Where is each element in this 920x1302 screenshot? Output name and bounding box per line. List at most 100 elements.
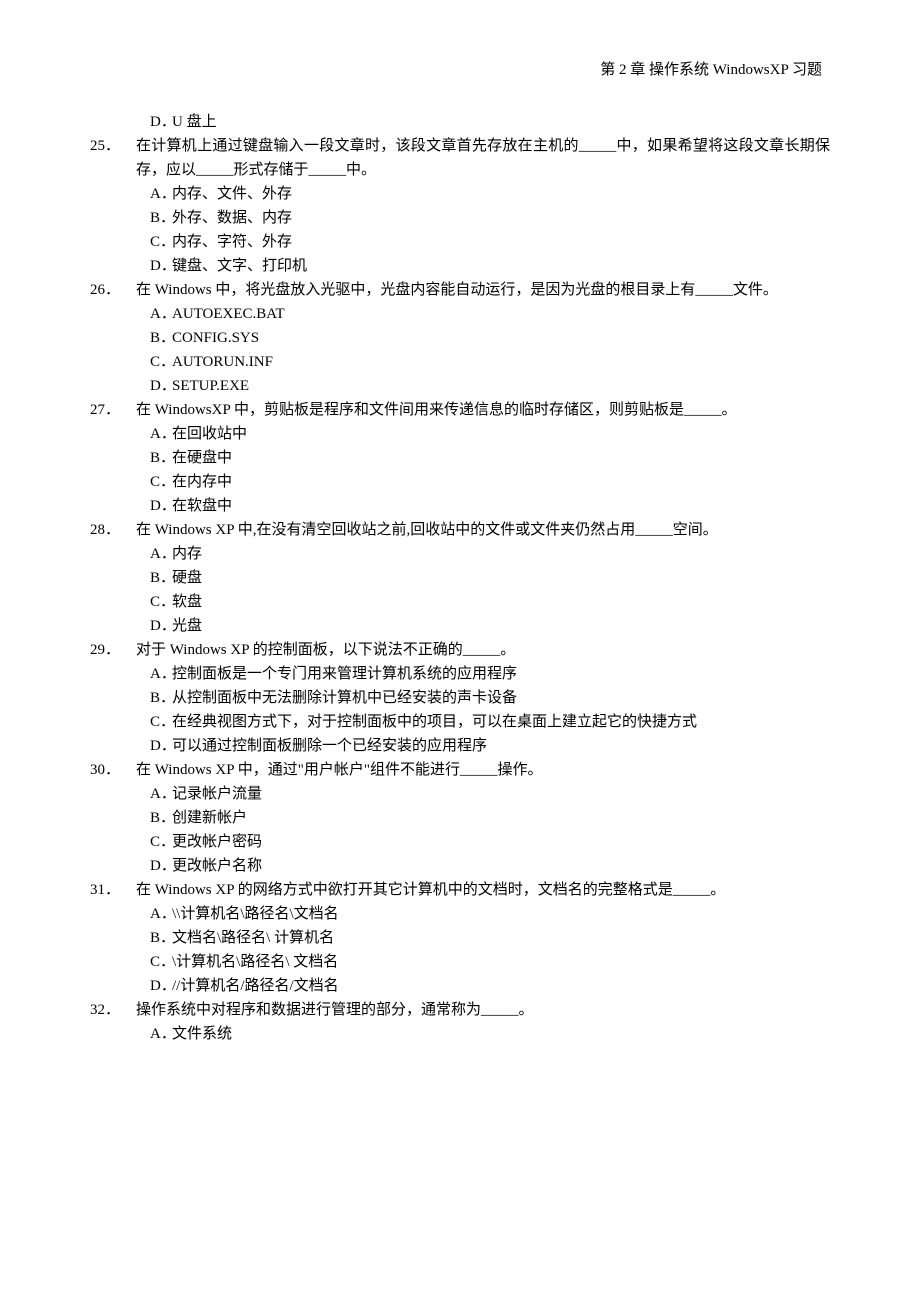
option-item: C．在经典视图方式下，对于控制面板中的项目，可以在桌面上建立起它的快捷方式	[136, 710, 830, 734]
option-label: A．	[136, 662, 172, 686]
option-item: C．内存、字符、外存	[136, 230, 830, 254]
question-item: 27．在 WindowsXP 中，剪贴板是程序和文件间用来传递信息的临时存储区，…	[90, 398, 830, 422]
option-text: U 盘上	[172, 110, 830, 134]
option-text: 在回收站中	[172, 422, 830, 446]
question-number: 28．	[90, 518, 136, 542]
option-item: B．文档名\路径名\ 计算机名	[136, 926, 830, 950]
question-number: 25．	[90, 134, 136, 158]
option-text: SETUP.EXE	[172, 374, 830, 398]
option-text: 内存、文件、外存	[172, 182, 830, 206]
option-label: D．	[136, 374, 172, 398]
option-item: B．在硬盘中	[136, 446, 830, 470]
option-label: D．	[136, 110, 172, 134]
option-text: 文件系统	[172, 1022, 830, 1046]
option-label: C．	[136, 710, 172, 734]
option-label: D．	[136, 494, 172, 518]
option-item: A．内存、文件、外存	[136, 182, 830, 206]
option-item: B．外存、数据、内存	[136, 206, 830, 230]
option-item: C．AUTORUN.INF	[136, 350, 830, 374]
option-label: B．	[136, 806, 172, 830]
option-label: A．	[136, 422, 172, 446]
option-list: A．文件系统	[136, 1022, 830, 1046]
question-item: 26．在 Windows 中，将光盘放入光驱中，光盘内容能自动运行，是因为光盘的…	[90, 278, 830, 302]
option-label: D．	[136, 254, 172, 278]
option-text: \计算机名\路径名\ 文档名	[172, 950, 830, 974]
question-item: 25． 在计算机上通过键盘输入一段文章时，该段文章首先存放在主机的_____中，…	[90, 134, 830, 182]
option-label: A．	[136, 182, 172, 206]
question-item: 28．在 Windows XP 中,在没有清空回收站之前,回收站中的文件或文件夹…	[90, 518, 830, 542]
option-label: A．	[136, 542, 172, 566]
option-label: A．	[136, 902, 172, 926]
option-text: 从控制面板中无法删除计算机中已经安装的声卡设备	[172, 686, 830, 710]
option-item: D．更改帐户名称	[136, 854, 830, 878]
option-list: A．在回收站中B．在硬盘中C．在内存中D．在软盘中	[136, 422, 830, 518]
option-item: A．内存	[136, 542, 830, 566]
question-number: 30．	[90, 758, 136, 782]
option-text: 在硬盘中	[172, 446, 830, 470]
option-label: B．	[136, 446, 172, 470]
question-text: 在 Windows XP 中,在没有清空回收站之前,回收站中的文件或文件夹仍然占…	[136, 518, 830, 542]
option-text: 在软盘中	[172, 494, 830, 518]
option-text: CONFIG.SYS	[172, 326, 830, 350]
option-item: A．记录帐户流量	[136, 782, 830, 806]
option-label: B．	[136, 206, 172, 230]
option-label: A．	[136, 1022, 172, 1046]
option-list: A．内存B．硬盘C．软盘D．光盘	[136, 542, 830, 638]
option-text: 创建新帐户	[172, 806, 830, 830]
option-list: A．内存、文件、外存B．外存、数据、内存C．内存、字符、外存D．键盘、文字、打印…	[136, 182, 830, 278]
option-label: D．	[136, 974, 172, 998]
question-item: 32．操作系统中对程序和数据进行管理的部分，通常称为_____。	[90, 998, 830, 1022]
option-text: 外存、数据、内存	[172, 206, 830, 230]
option-item: A．文件系统	[136, 1022, 830, 1046]
question-text: 在 WindowsXP 中，剪贴板是程序和文件间用来传递信息的临时存储区，则剪贴…	[136, 398, 830, 422]
option-item: D． U 盘上	[136, 110, 830, 134]
option-label: C．	[136, 230, 172, 254]
prev-question-trailing-option: D． U 盘上	[136, 110, 830, 134]
option-list: A．控制面板是一个专门用来管理计算机系统的应用程序B．从控制面板中无法删除计算机…	[136, 662, 830, 758]
option-text: 光盘	[172, 614, 830, 638]
question-number: 29．	[90, 638, 136, 662]
option-text: 内存	[172, 542, 830, 566]
option-item: B．CONFIG.SYS	[136, 326, 830, 350]
option-text: 键盘、文字、打印机	[172, 254, 830, 278]
question-text: 在计算机上通过键盘输入一段文章时，该段文章首先存放在主机的_____中，如果希望…	[136, 134, 830, 182]
option-label: B．	[136, 326, 172, 350]
option-item: D．光盘	[136, 614, 830, 638]
option-text: 文档名\路径名\ 计算机名	[172, 926, 830, 950]
question-item: 30．在 Windows XP 中，通过"用户帐户"组件不能进行_____操作。	[90, 758, 830, 782]
option-text: 更改帐户密码	[172, 830, 830, 854]
question-number: 27．	[90, 398, 136, 422]
option-label: C．	[136, 350, 172, 374]
option-label: C．	[136, 470, 172, 494]
question-item: 29．对于 Windows XP 的控制面板，以下说法不正确的_____。	[90, 638, 830, 662]
option-text: 在内存中	[172, 470, 830, 494]
question-item: 31．在 Windows XP 的网络方式中欲打开其它计算机中的文档时，文档名的…	[90, 878, 830, 902]
option-text: 控制面板是一个专门用来管理计算机系统的应用程序	[172, 662, 830, 686]
option-label: D．	[136, 734, 172, 758]
question-number: 32．	[90, 998, 136, 1022]
option-item: B．硬盘	[136, 566, 830, 590]
option-text: 记录帐户流量	[172, 782, 830, 806]
option-list: A．记录帐户流量B．创建新帐户C．更改帐户密码D．更改帐户名称	[136, 782, 830, 878]
option-item: D．可以通过控制面板删除一个已经安装的应用程序	[136, 734, 830, 758]
document-page: 第 2 章 操作系统 WindowsXP 习题 D． U 盘上 25． 在计算机…	[0, 0, 920, 1106]
question-number: 26．	[90, 278, 136, 302]
option-label: B．	[136, 926, 172, 950]
option-list: A．AUTOEXEC.BATB．CONFIG.SYSC．AUTORUN.INFD…	[136, 302, 830, 398]
option-label: B．	[136, 566, 172, 590]
option-label: C．	[136, 950, 172, 974]
option-text: 硬盘	[172, 566, 830, 590]
option-item: D．在软盘中	[136, 494, 830, 518]
option-text: AUTORUN.INF	[172, 350, 830, 374]
option-item: A．在回收站中	[136, 422, 830, 446]
option-item: B．创建新帐户	[136, 806, 830, 830]
option-item: D．键盘、文字、打印机	[136, 254, 830, 278]
option-list: A．\\计算机名\路径名\文档名B．文档名\路径名\ 计算机名C．\计算机名\路…	[136, 902, 830, 998]
option-text: 可以通过控制面板删除一个已经安装的应用程序	[172, 734, 830, 758]
option-item: A．AUTOEXEC.BAT	[136, 302, 830, 326]
page-header: 第 2 章 操作系统 WindowsXP 习题	[90, 58, 830, 82]
option-text: //计算机名/路径名/文档名	[172, 974, 830, 998]
option-item: A．控制面板是一个专门用来管理计算机系统的应用程序	[136, 662, 830, 686]
option-item: D．//计算机名/路径名/文档名	[136, 974, 830, 998]
question-text: 在 Windows XP 中，通过"用户帐户"组件不能进行_____操作。	[136, 758, 830, 782]
